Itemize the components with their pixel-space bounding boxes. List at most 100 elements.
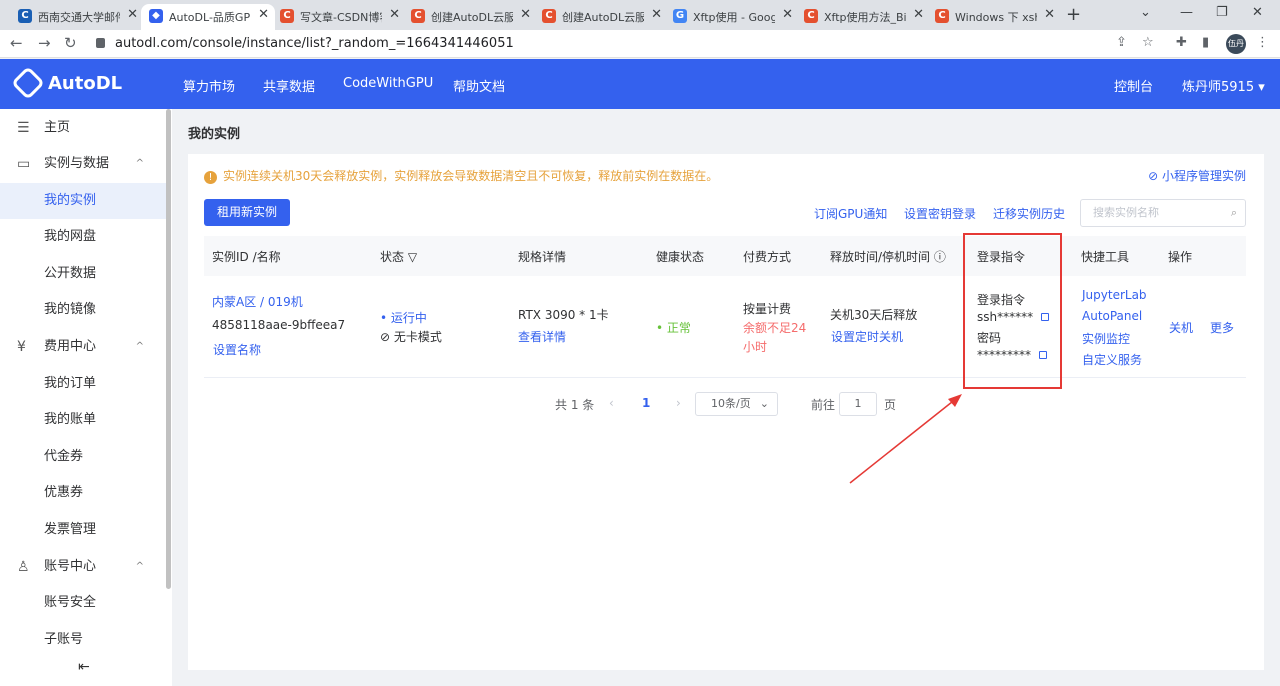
sidebar-group-instances[interactable]: ▭ 实例与数据 ^ — [0, 146, 166, 182]
menu-icon[interactable]: ⋮ — [1256, 35, 1269, 50]
autodl-icon: ◆ — [149, 9, 163, 23]
google-icon: G — [673, 9, 687, 23]
back-icon[interactable]: ← — [10, 34, 23, 52]
forward-icon[interactable]: → — [38, 34, 51, 52]
balance-warning: 余额不足24 — [743, 321, 807, 335]
prev-page-icon[interactable]: ‹ — [609, 396, 614, 410]
more-button[interactable]: 更多 — [1210, 319, 1234, 336]
sidebar-item-coupons[interactable]: 优惠券 — [0, 475, 166, 511]
sidebar-group-billing[interactable]: ¥ 费用中心 ^ — [0, 329, 166, 365]
browser-tab[interactable]: G Xftp使用 - Google ✕ — [665, 4, 799, 30]
search-input[interactable]: 搜索实例名称 ⌕ — [1080, 199, 1246, 227]
chevron-up-icon: ^ — [135, 561, 144, 572]
status-column[interactable]: 状态 ▽ — [380, 248, 417, 265]
close-icon[interactable]: ✕ — [520, 7, 531, 22]
user-menu[interactable]: 炼丹师5915 ▾ — [1182, 76, 1265, 95]
nav-help-docs[interactable]: 帮助文档 — [453, 76, 505, 95]
share-icon[interactable]: ⇪ — [1116, 35, 1127, 50]
nav-codewithgpu[interactable]: CodeWithGPU — [343, 76, 433, 91]
sidebar-item-orders[interactable]: 我的订单 — [0, 366, 166, 402]
billing-type: 按量计费 — [743, 302, 792, 316]
sidebar-item-my-instances[interactable]: 我的实例 — [0, 183, 166, 219]
collapse-sidebar-icon[interactable]: ⇤ — [78, 659, 90, 675]
console-link[interactable]: 控制台 — [1114, 76, 1153, 95]
help-icon[interactable]: ⓘ — [934, 250, 946, 264]
browser-tab[interactable]: C 创建AutoDL云服务 ✕ — [403, 4, 537, 30]
window-close-icon[interactable]: ✕ — [1252, 5, 1263, 20]
sidebar-item-account-security[interactable]: 账号安全 — [0, 585, 166, 621]
close-icon[interactable]: ✕ — [913, 7, 924, 22]
tool-autopanel[interactable]: AutoPanel — [1082, 309, 1142, 323]
sidebar-item-my-images[interactable]: 我的镜像 — [0, 292, 166, 328]
close-icon[interactable]: ✕ — [389, 7, 400, 22]
page-size-select[interactable]: 10条/页 ⌄ — [695, 392, 778, 416]
chevron-up-icon: ^ — [135, 158, 144, 169]
star-icon[interactable]: ☆ — [1142, 35, 1154, 50]
yen-icon: ¥ — [17, 339, 26, 355]
release-column: 释放时间/停机时间 ⓘ — [830, 250, 946, 264]
release-time: 关机30天后释放 — [830, 308, 918, 322]
pager-total: 共 1 条 — [555, 398, 595, 412]
next-page-icon[interactable]: › — [676, 396, 681, 410]
sidebar-item-invoices[interactable]: 发票管理 — [0, 512, 166, 548]
filter-icon[interactable]: ▽ — [408, 250, 417, 264]
page-number[interactable]: 1 — [642, 396, 650, 410]
csdn-icon: C — [542, 9, 556, 23]
instance-region-link[interactable]: 内蒙A区 / 019机 — [212, 293, 303, 310]
sidepanel-icon[interactable]: ▮ — [1202, 35, 1209, 50]
extensions-icon[interactable]: ✚ — [1176, 35, 1187, 50]
sidebar-group-account[interactable]: ♙ 账号中心 ^ — [0, 549, 166, 585]
sidebar-item-sub-accounts[interactable]: 子账号 — [0, 622, 166, 658]
minimize-icon[interactable]: — — [1180, 5, 1193, 20]
browser-tabbar: C 西南交通大学邮件 ✕ ◆ AutoDL-品质GPU ✕ C 写文章-CSDN… — [0, 0, 1280, 30]
sidebar: ☰ 主页 ▭ 实例与数据 ^ 我的实例 我的网盘 公开数据 我的镜像 ¥ 费用中心 ^ 我… — [0, 109, 172, 686]
csdn-icon: C — [18, 9, 32, 23]
close-icon[interactable]: ✕ — [258, 7, 269, 22]
tool-jupyterlab[interactable]: JupyterLab — [1082, 288, 1147, 302]
browser-tab[interactable]: C 西南交通大学邮件 ✕ — [10, 4, 144, 30]
health-status: • 正常 — [656, 321, 691, 335]
sidebar-scrollbar[interactable] — [166, 109, 171, 589]
browser-tab[interactable]: C Windows 下 xsh ✕ — [927, 4, 1061, 30]
schedule-shutdown-link[interactable]: 设置定时关机 — [831, 328, 903, 345]
new-tab-icon[interactable]: + — [1066, 4, 1081, 25]
sidebar-item-public-data[interactable]: 公开数据 — [0, 256, 166, 292]
rent-new-instance-button[interactable]: 租用新实例 — [204, 199, 290, 226]
sidebar-item-home[interactable]: ☰ 主页 — [0, 110, 166, 146]
browser-tab-active[interactable]: ◆ AutoDL-品质GPU ✕ — [141, 4, 275, 30]
set-name-link[interactable]: 设置名称 — [213, 341, 261, 358]
warning-icon: ! — [204, 171, 217, 184]
sidebar-item-bills[interactable]: 我的账单 — [0, 402, 166, 438]
logo-icon — [11, 66, 45, 100]
home-icon: ☰ — [17, 120, 30, 136]
tool-monitor[interactable]: 实例监控 — [1082, 330, 1130, 347]
close-icon[interactable]: ✕ — [127, 7, 138, 22]
subscribe-gpu-link[interactable]: 订阅GPU通知 — [814, 205, 887, 222]
set-key-login-link[interactable]: 设置密钥登录 — [904, 205, 976, 222]
maximize-icon[interactable]: ❐ — [1216, 5, 1228, 20]
reload-icon[interactable]: ↻ — [64, 34, 77, 52]
instance-card: ! 实例连续关机30天会释放实例，实例释放会导致数据清空且不可恢复，释放前实例在数… — [188, 154, 1264, 670]
sidebar-item-my-disk[interactable]: 我的网盘 — [0, 219, 166, 255]
browser-tab[interactable]: C 创建AutoDL云服务 ✕ — [534, 4, 668, 30]
no-gpu-mode: ⊘ 无卡模式 — [380, 330, 442, 344]
nav-shared-data[interactable]: 共享数据 — [263, 76, 315, 95]
close-icon[interactable]: ✕ — [1044, 7, 1055, 22]
shutdown-button[interactable]: 关机 — [1169, 319, 1193, 336]
autodl-logo[interactable]: AutoDL — [11, 66, 122, 100]
close-icon[interactable]: ✕ — [782, 7, 793, 22]
url-field[interactable]: autodl.com/console/instance/list?_random… — [96, 33, 1096, 55]
csdn-icon: C — [411, 9, 425, 23]
nav-market[interactable]: 算力市场 — [183, 76, 235, 95]
view-details-link[interactable]: 查看详情 — [518, 328, 566, 345]
close-icon[interactable]: ✕ — [651, 7, 662, 22]
profile-avatar[interactable]: 伍丹 — [1226, 34, 1246, 54]
tab-search-icon[interactable]: ⌄ — [1140, 5, 1151, 20]
mini-program-link[interactable]: ⊘ 小程序管理实例 — [1148, 167, 1246, 184]
migration-history-link[interactable]: 迁移实例历史 — [993, 205, 1065, 222]
tool-custom-service[interactable]: 自定义服务 — [1082, 351, 1142, 368]
balance-warning-unit: 小时 — [743, 340, 768, 354]
browser-tab[interactable]: C Xftp使用方法_Bil ✕ — [796, 4, 930, 30]
sidebar-item-vouchers[interactable]: 代金券 — [0, 439, 166, 475]
browser-tab[interactable]: C 写文章-CSDN博客 ✕ — [272, 4, 406, 30]
